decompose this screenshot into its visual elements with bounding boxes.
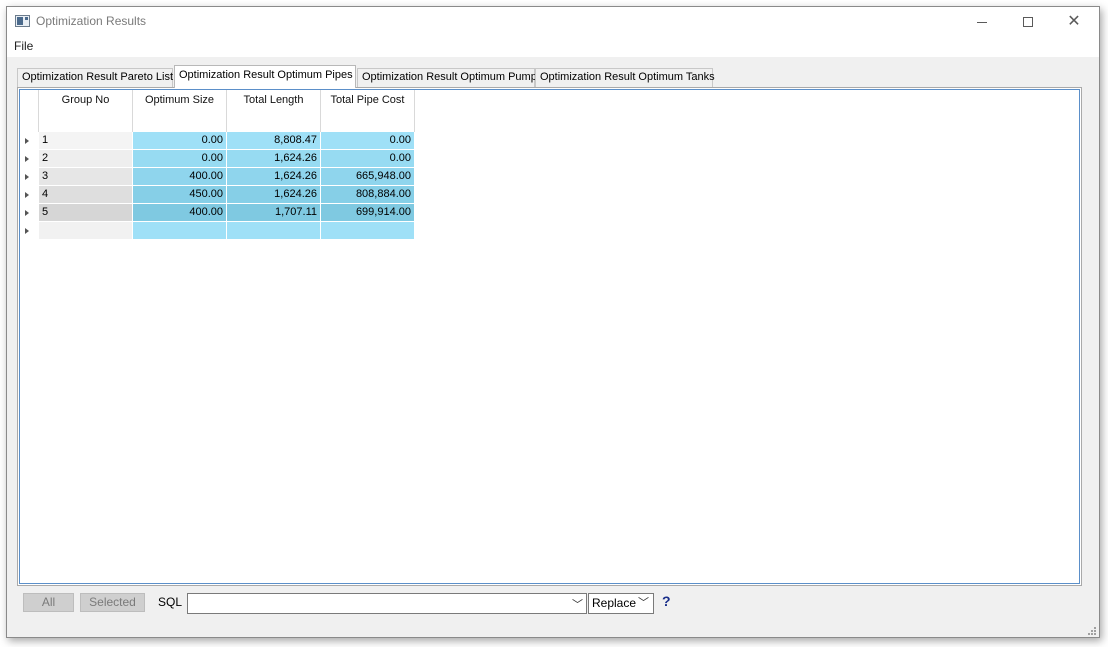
- replace-value: Replace: [592, 596, 637, 610]
- row-selector[interactable]: [20, 204, 39, 222]
- sql-input[interactable]: ﹀: [187, 593, 587, 614]
- maximize-button[interactable]: [1005, 7, 1051, 37]
- results-grid[interactable]: Group No Optimum Size Total Length Total…: [19, 89, 1080, 584]
- optimum-size-cell[interactable]: 400.00: [133, 204, 227, 222]
- tab-pareto-list[interactable]: Optimization Result Pareto List: [17, 68, 173, 87]
- triangle-right-icon: [25, 156, 29, 162]
- total-length-cell[interactable]: [227, 222, 321, 240]
- table-row[interactable]: 3 400.00 1,624.26 665,948.00: [20, 168, 415, 186]
- optimum-size-cell[interactable]: 0.00: [133, 150, 227, 168]
- group-no-cell[interactable]: [39, 222, 133, 240]
- close-button[interactable]: ✕: [1051, 7, 1097, 37]
- optimum-size-cell[interactable]: 450.00: [133, 186, 227, 204]
- sql-label: SQL: [158, 595, 183, 609]
- triangle-right-icon: [25, 192, 29, 198]
- col-header-group-no[interactable]: Group No: [39, 90, 133, 132]
- help-icon[interactable]: ?: [662, 593, 671, 609]
- group-no-cell[interactable]: 3: [39, 168, 133, 186]
- col-header-optimum-size[interactable]: Optimum Size: [133, 90, 227, 132]
- total-pipe-cost-cell[interactable]: 0.00: [321, 150, 415, 168]
- table-row[interactable]: 1 0.00 8,808.47 0.00: [20, 132, 415, 150]
- total-length-cell[interactable]: 1,624.26: [227, 168, 321, 186]
- chevron-down-icon[interactable]: ﹀: [638, 594, 649, 613]
- total-pipe-cost-cell[interactable]: 665,948.00: [321, 168, 415, 186]
- minimize-icon: [977, 21, 987, 23]
- title-bar: Optimization Results ✕: [7, 7, 1099, 37]
- menu-file[interactable]: File: [13, 39, 34, 53]
- group-no-cell[interactable]: 2: [39, 150, 133, 168]
- tab-optimum-pipes[interactable]: Optimization Result Optimum Pipes: [174, 65, 356, 88]
- chevron-down-icon[interactable]: ﹀: [572, 596, 583, 612]
- maximize-icon: [1023, 17, 1033, 27]
- resize-grip-icon[interactable]: [1086, 625, 1096, 635]
- triangle-right-icon: [25, 174, 29, 180]
- table-row[interactable]: [20, 222, 415, 240]
- col-header-total-length[interactable]: Total Length: [227, 90, 321, 132]
- total-pipe-cost-cell[interactable]: 808,884.00: [321, 186, 415, 204]
- total-pipe-cost-cell[interactable]: [321, 222, 415, 240]
- table-row[interactable]: 4 450.00 1,624.26 808,884.00: [20, 186, 415, 204]
- tab-optimum-tanks[interactable]: Optimization Result Optimum Tanks: [535, 68, 715, 87]
- triangle-right-icon: [25, 138, 29, 144]
- row-selector[interactable]: [20, 150, 39, 168]
- row-selector[interactable]: [20, 132, 39, 150]
- total-length-cell[interactable]: 1,624.26: [227, 186, 321, 204]
- total-pipe-cost-cell[interactable]: 699,914.00: [321, 204, 415, 222]
- menu-bar: File: [7, 37, 1099, 57]
- window-title: Optimization Results: [36, 14, 147, 28]
- minimize-button[interactable]: [959, 7, 1005, 37]
- optimum-size-cell[interactable]: 400.00: [133, 168, 227, 186]
- triangle-right-icon: [25, 210, 29, 216]
- all-button[interactable]: All: [23, 593, 74, 612]
- table-row[interactable]: 2 0.00 1,624.26 0.00: [20, 150, 415, 168]
- row-header-corner: [20, 90, 39, 132]
- tab-panel-optimum-pipes: Group No Optimum Size Total Length Total…: [17, 87, 1082, 586]
- tab-optimum-pumps[interactable]: Optimization Result Optimum Pumps: [357, 68, 542, 87]
- total-length-cell[interactable]: 1,707.11: [227, 204, 321, 222]
- optimization-results-window: Optimization Results ✕ File Optimization…: [6, 6, 1100, 638]
- close-icon: ✕: [1067, 13, 1081, 30]
- app-window-icon: [15, 15, 30, 27]
- col-header-total-pipe-cost[interactable]: Total Pipe Cost: [321, 90, 415, 132]
- optimum-size-cell[interactable]: [133, 222, 227, 240]
- replace-select[interactable]: Replace ﹀: [588, 593, 654, 614]
- row-selector[interactable]: [20, 222, 39, 240]
- triangle-right-icon: [25, 228, 29, 234]
- group-no-cell[interactable]: 5: [39, 204, 133, 222]
- total-pipe-cost-cell[interactable]: 0.00: [321, 132, 415, 150]
- table-row[interactable]: 5 400.00 1,707.11 699,914.00: [20, 204, 415, 222]
- group-no-cell[interactable]: 4: [39, 186, 133, 204]
- total-length-cell[interactable]: 8,808.47: [227, 132, 321, 150]
- filter-bar: All Selected SQL ﹀ Replace ﹀ ?: [17, 591, 1082, 619]
- row-selector[interactable]: [20, 168, 39, 186]
- optimum-size-cell[interactable]: 0.00: [133, 132, 227, 150]
- row-selector[interactable]: [20, 186, 39, 204]
- total-length-cell[interactable]: 1,624.26: [227, 150, 321, 168]
- selected-button[interactable]: Selected: [80, 593, 145, 612]
- group-no-cell[interactable]: 1: [39, 132, 133, 150]
